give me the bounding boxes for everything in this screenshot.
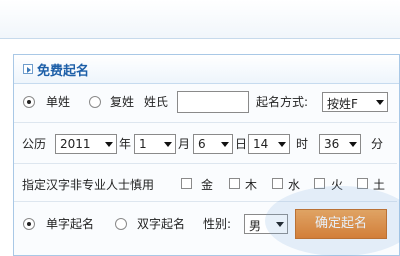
element-label-water: 水: [288, 178, 301, 192]
checkbox-metal[interactable]: [181, 178, 192, 189]
chevron-down-icon: [164, 142, 172, 147]
hour-select[interactable]: 14: [248, 134, 290, 154]
radio-single-surname[interactable]: [23, 96, 35, 108]
gender-select[interactable]: 男: [244, 214, 288, 234]
gender-value: 男: [249, 219, 262, 233]
minute-select[interactable]: 36: [319, 134, 361, 154]
chevron-down-icon: [276, 222, 284, 227]
minute-value: 36: [324, 137, 340, 151]
single-surname-label: 单姓: [46, 95, 71, 109]
element-label-fire: 火: [331, 178, 344, 192]
arrow-right-icon: [23, 64, 33, 74]
confirm-naming-button[interactable]: 确定起名: [295, 209, 387, 239]
calendar-label: 公历: [22, 137, 47, 151]
year-unit: 年: [119, 137, 132, 151]
hour-unit: 时: [296, 137, 309, 151]
naming-method-value: 按姓F: [327, 97, 358, 111]
day-select[interactable]: 6: [193, 134, 233, 154]
year-value: 2011: [60, 137, 91, 151]
month-select[interactable]: 1: [134, 134, 176, 154]
divider: [14, 201, 397, 202]
single-character-label: 单字起名: [46, 217, 95, 231]
chevron-down-icon: [221, 142, 229, 147]
divider: [14, 122, 397, 123]
month-value: 1: [139, 137, 147, 151]
element-label-wood: 木: [245, 178, 258, 192]
minute-unit: 分: [371, 137, 384, 151]
double-character-label: 双字起名: [137, 217, 186, 231]
chevron-down-icon: [376, 100, 384, 105]
element-label-metal: 金: [201, 178, 214, 192]
year-select[interactable]: 2011: [55, 134, 117, 154]
panel-title: 免费起名: [37, 64, 90, 79]
radio-double-character[interactable]: [115, 218, 127, 230]
surname-input[interactable]: [177, 91, 249, 113]
element-hint-label: 指定汉字非专业人士慎用: [22, 178, 155, 192]
chevron-down-icon: [278, 142, 286, 147]
panel-header: 免费起名: [14, 55, 399, 84]
compound-surname-label: 复姓: [110, 95, 135, 109]
element-label-earth: 土: [373, 178, 386, 192]
hour-value: 14: [253, 137, 269, 151]
checkbox-fire[interactable]: [314, 178, 325, 189]
chevron-down-icon: [105, 142, 113, 147]
divider: [14, 163, 397, 164]
month-unit: 月: [178, 137, 191, 151]
gender-label: 性别:: [203, 217, 232, 231]
radio-compound-surname[interactable]: [89, 96, 101, 108]
naming-method-label: 起名方式:: [256, 95, 309, 109]
naming-method-select[interactable]: 按姓F: [322, 92, 388, 112]
day-value: 6: [198, 137, 206, 151]
chevron-down-icon: [349, 142, 357, 147]
day-unit: 日: [235, 137, 248, 151]
checkbox-earth[interactable]: [357, 178, 368, 189]
surname-label: 姓氏: [144, 95, 169, 109]
top-bar: [0, 0, 400, 39]
checkbox-water[interactable]: [272, 178, 283, 189]
checkbox-wood[interactable]: [229, 178, 240, 189]
radio-single-character[interactable]: [23, 218, 35, 230]
